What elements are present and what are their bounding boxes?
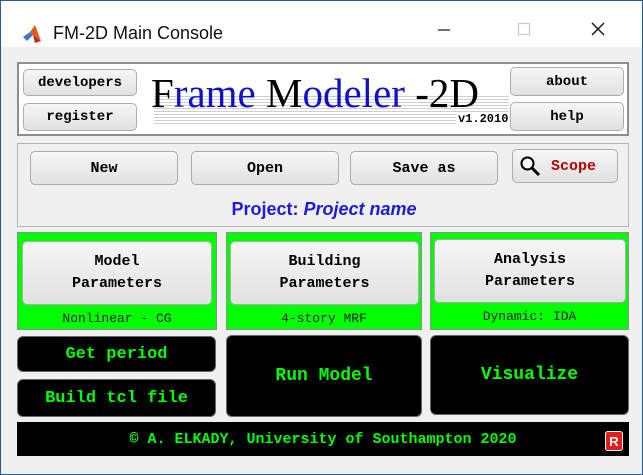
analysis-parameters-button[interactable]: Analysis Parameters [434,239,626,303]
logo-letter-m: M [266,70,303,116]
project-line: Project: Project name [18,199,630,220]
save-as-button[interactable]: Save as [350,151,498,185]
project-actions-panel: New Open Save as Scope Project: Project … [17,143,629,227]
minimize-button[interactable] [421,15,467,47]
model-parameters-line1: Model [94,253,140,270]
get-period-button[interactable]: Get period [17,336,216,372]
maximize-button[interactable] [501,15,547,47]
logo-word-rame: rame [173,70,267,116]
project-prefix: Project: [231,199,299,219]
logo-word-odeler: odeler [302,70,405,116]
analysis-parameters-line2: Parameters [484,273,575,290]
maximize-icon [517,22,531,41]
matlab-icon [21,23,43,45]
developers-button[interactable]: developers [23,69,137,96]
analysis-parameters-line1: Analysis [493,251,566,268]
main-window: FM-2D Main Console Frame Modeler -2D v1.… [0,0,643,475]
building-status: 4-story MRF [281,311,367,326]
about-button[interactable]: about [510,67,624,96]
register-button[interactable]: register [23,103,137,131]
logo-suffix-2d: -2D [404,70,479,116]
building-params-panel: Building Parameters 4-story MRF [226,232,422,330]
close-button[interactable] [575,15,621,47]
close-icon [590,21,606,42]
new-button[interactable]: New [30,151,178,185]
open-button[interactable]: Open [191,151,339,185]
building-parameters-button[interactable]: Building Parameters [230,241,419,305]
minimize-icon [437,22,451,41]
window-title: FM-2D Main Console [53,23,224,43]
app-logo-title: Frame Modeler -2D [151,68,511,118]
help-button[interactable]: help [510,102,624,131]
scope-label: Scope [551,157,597,175]
build-tcl-file-button[interactable]: Build tcl file [17,379,216,417]
model-parameters-button[interactable]: Model Parameters [22,241,212,305]
building-parameters-line1: Building [288,253,361,270]
model-parameters-line2: Parameters [71,275,162,292]
footer-credit: © A. ELKADY, University of Southampton 2… [17,422,629,456]
building-parameters-line2: Parameters [279,275,370,292]
visualize-button[interactable]: Visualize [430,335,629,415]
magnifier-icon [519,155,541,177]
analysis-status: Dynamic: IDA [482,309,577,324]
scope-button[interactable]: Scope [512,149,618,183]
model-status: Nonlinear - CG [62,311,172,326]
title-bar[interactable]: FM-2D Main Console [1,1,642,47]
r-badge-icon[interactable]: R [605,431,623,451]
header-panel: Frame Modeler -2D v1.2010 developers reg… [17,62,629,136]
model-params-panel: Model Parameters Nonlinear - CG [17,232,217,330]
version-label: v1.2010 [456,112,511,126]
run-model-button[interactable]: Run Model [226,335,422,417]
logo-letter-f: F [151,70,174,116]
project-name: Project name [303,199,417,219]
analysis-params-panel: Analysis Parameters Dynamic: IDA [430,232,629,330]
